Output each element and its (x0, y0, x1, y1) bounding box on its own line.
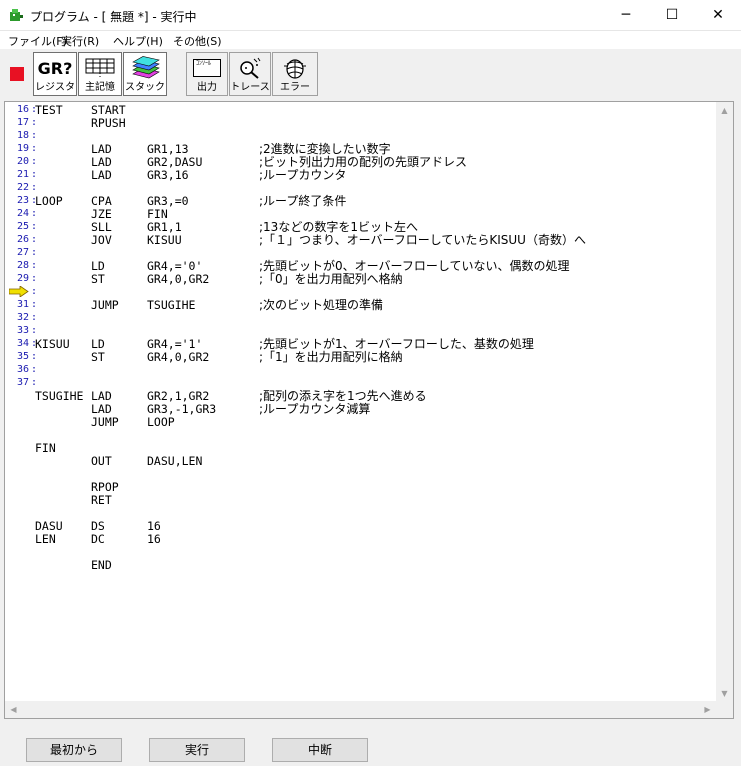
register-glyph: GR? (37, 58, 73, 78)
error-label: エラー (280, 82, 310, 93)
line-number: 29 (16, 273, 29, 284)
memory-label: 主記憶 (85, 82, 115, 93)
comment-field: ;「1」を出力用配列に格納 (259, 350, 403, 364)
operand-field: DASU,LEN (147, 454, 203, 468)
label-field: LEN (35, 532, 56, 546)
memory-button[interactable]: 主記憶 (78, 52, 122, 96)
operand-field: KISUU (147, 233, 182, 247)
grid-icon (85, 58, 115, 78)
toolbar: GR? レジスタ 主記憶 スタック ｺﾝｿｰﾙ 出力 トレース エラー (0, 50, 741, 100)
line-number: 18 (16, 130, 29, 141)
line-number: 26 (16, 234, 29, 245)
register-button[interactable]: GR? レジスタ (33, 52, 77, 96)
menu-help[interactable]: ヘルプ(H) (113, 33, 163, 49)
line-number: 25 (16, 221, 29, 232)
line-gutter: 16:17:18:19:20:21:22:23:24:25:26:27:28:2… (5, 102, 37, 718)
opcode-field: RET (91, 493, 112, 507)
scroll-up-icon[interactable]: ▲ (716, 102, 733, 119)
run-button[interactable]: 実行 (149, 738, 245, 762)
line-number: 19 (16, 143, 29, 154)
menu-other[interactable]: その他(S) (173, 33, 222, 49)
line-number: 24 (16, 208, 29, 219)
opcode-field: LAD (91, 168, 112, 182)
output-button[interactable]: ｺﾝｿｰﾙ 出力 (186, 52, 228, 96)
comment-field: ;ループカウンタ減算 (259, 402, 371, 416)
window-title: プログラム - [ 無題 *] - 実行中 (30, 10, 197, 24)
line-number: 36 (16, 364, 29, 375)
stack-icon (132, 56, 160, 79)
line-number: 28 (16, 260, 29, 271)
scrollbar-corner (716, 701, 733, 718)
line-number: 32 (16, 312, 29, 323)
vertical-scrollbar[interactable]: ▲ ▼ (716, 102, 733, 702)
label-field: TEST (35, 103, 63, 117)
operand-field: GR3,16 (147, 168, 189, 182)
opcode-field: JOV (91, 233, 112, 247)
opcode-field: DC (91, 532, 105, 546)
output-label: 出力 (197, 82, 217, 93)
menu-file[interactable]: ファイル(F) (8, 33, 67, 49)
minimize-button[interactable]: ─ (603, 0, 649, 30)
label-field: TSUGIHE (35, 389, 84, 403)
operand-field: GR4,0,GR2 (147, 350, 210, 364)
line-number: 33 (16, 325, 29, 336)
scroll-left-icon[interactable]: ◀ (5, 701, 22, 718)
error-button[interactable]: エラー (272, 52, 318, 96)
stack-button[interactable]: スタック (123, 52, 167, 96)
restart-button[interactable]: 最初から (26, 738, 122, 762)
register-label: レジスタ (35, 82, 75, 93)
opcode-field: JUMP (91, 298, 119, 312)
title-bar: プログラム - [ 無題 *] - 実行中 ─ ☐ ✕ (0, 0, 741, 31)
operand-field: GR4,0,GR2 (147, 272, 210, 286)
line-number: 21 (16, 169, 29, 180)
opcode-field: OUT (91, 454, 112, 468)
line-number: 23 (16, 195, 29, 206)
menu-run[interactable]: 実行(R) (61, 33, 99, 49)
console-glyph: ｺﾝｿｰﾙ (196, 60, 212, 67)
comment-field: ;「0」を出力用配列へ格納 (259, 272, 403, 286)
trace-button[interactable]: トレース (229, 52, 271, 96)
opcode-field: ST (91, 272, 105, 286)
close-button[interactable]: ✕ (695, 0, 741, 30)
opcode-field: END (91, 558, 112, 572)
line-number: 35 (16, 351, 29, 362)
operand-field: 16 (147, 532, 161, 546)
current-line-arrow-icon (9, 286, 29, 297)
line-number: 37 (16, 377, 29, 388)
magnifier-icon (240, 57, 261, 79)
app-icon (10, 9, 23, 21)
label-field: LOOP (35, 194, 63, 208)
comment-field: ;次のビット処理の準備 (259, 298, 384, 312)
line-number: 22 (16, 182, 29, 193)
line-number: 20 (16, 156, 29, 167)
stack-label: スタック (125, 82, 165, 93)
code-area[interactable]: TEST START RPUSH LAD GR1,13 ;2進数に変換したい数字 LAD GR… (35, 102, 715, 718)
comment-field: ;「１」つまり、オーバーフローしていたらKISUU（奇数）へ (259, 233, 586, 247)
bug-icon (284, 59, 306, 79)
scroll-down-icon[interactable]: ▼ (716, 685, 733, 702)
horizontal-scrollbar[interactable]: ◀ ▶ (5, 701, 716, 718)
abort-button[interactable]: 中断 (272, 738, 368, 762)
opcode-field: JUMP (91, 415, 119, 429)
stop-indicator[interactable] (10, 67, 24, 81)
label-field: FIN (35, 441, 56, 455)
comment-field: ;ループ終了条件 (259, 194, 347, 208)
operand-field: TSUGIHE (147, 298, 196, 312)
opcode-field: ST (91, 350, 105, 364)
line-number: 17 (16, 117, 29, 128)
menu-bar: ファイル(F) 実行(R) ヘルプ(H) その他(S) (0, 31, 741, 49)
console-icon: ｺﾝｿｰﾙ (193, 59, 221, 77)
label-field: KISUU (35, 337, 70, 351)
code-editor[interactable]: 16:17:18:19:20:21:22:23:24:25:26:27:28:2… (4, 101, 734, 719)
line-number: 16 (16, 104, 29, 115)
line-number: 27 (16, 247, 29, 258)
comment-field: ;ループカウンタ (259, 168, 347, 182)
line-number: 34 (16, 338, 29, 349)
line-number: 31 (16, 299, 29, 310)
operand-field: LOOP (147, 415, 175, 429)
opcode-field: RPUSH (91, 116, 126, 130)
maximize-button[interactable]: ☐ (649, 0, 695, 30)
trace-label: トレース (230, 82, 270, 93)
scroll-right-icon[interactable]: ▶ (699, 701, 716, 718)
